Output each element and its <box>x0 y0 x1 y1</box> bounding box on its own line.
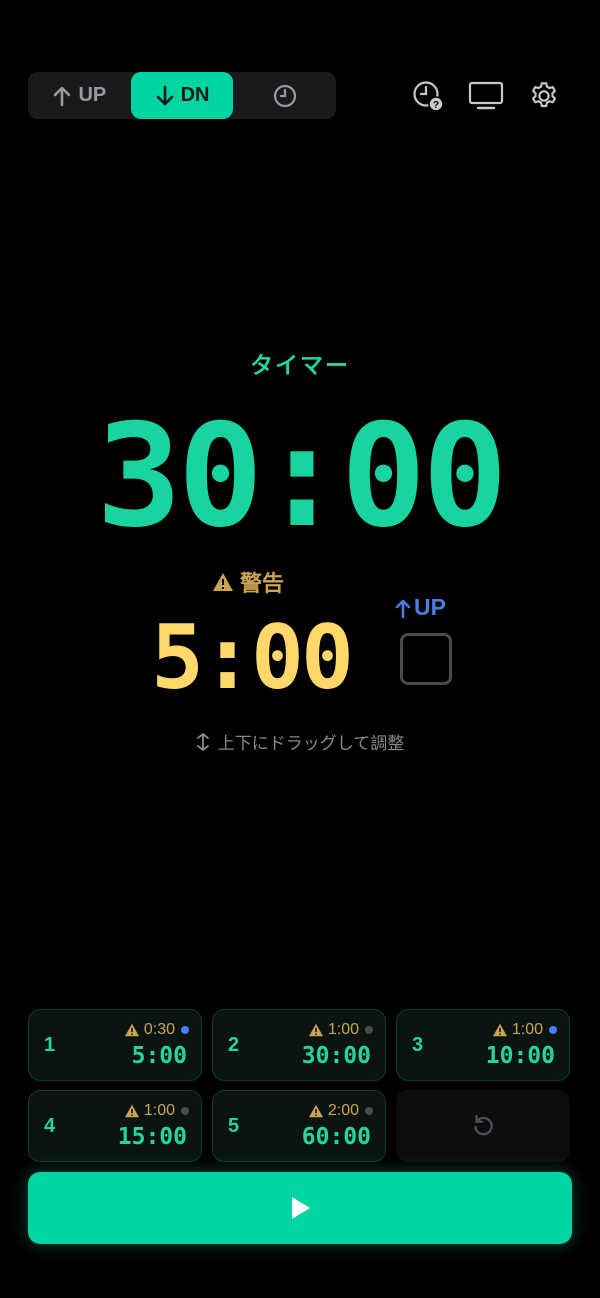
preset-warning-time: 1:00 <box>327 1021 359 1038</box>
warning-icon <box>124 1104 139 1118</box>
arrow-up-icon <box>54 86 71 106</box>
drag-hint: 上下にドラッグして調整 <box>0 729 600 754</box>
preset-1[interactable]: 1 0:30 5:00 <box>28 1009 202 1081</box>
mode-selector: UP DN <box>28 72 336 119</box>
clock-help-icon: ? <box>413 81 444 112</box>
preset-time: 5:00 <box>131 1043 187 1069</box>
count-up-label-text: UP <box>414 594 446 620</box>
preset-number: 4 <box>44 1115 56 1137</box>
preset-number: 3 <box>412 1034 424 1056</box>
count-up-checkbox[interactable] <box>400 633 452 685</box>
warning-label: 警告 <box>212 566 284 598</box>
preset-2[interactable]: 2 1:00 30:00 <box>212 1009 386 1081</box>
tab-down-label: DN <box>180 84 210 106</box>
preset-5[interactable]: 5 2:00 60:00 <box>212 1090 386 1162</box>
tab-down[interactable]: DN <box>130 72 234 119</box>
reset-icon <box>474 1115 493 1136</box>
gear-icon <box>532 82 556 108</box>
vertical-arrows-icon <box>196 732 209 751</box>
arrow-up-icon <box>395 599 411 618</box>
header-actions: ? <box>410 78 562 114</box>
preset-status-dot <box>365 1107 373 1115</box>
preset-number: 1 <box>44 1034 56 1056</box>
preset-warning: 1:00 <box>124 1102 189 1120</box>
preset-3[interactable]: 3 1:00 10:00 <box>396 1009 570 1081</box>
start-button[interactable] <box>28 1172 572 1244</box>
main-timer-display[interactable]: 30:00 <box>0 392 600 562</box>
arrow-down-icon <box>156 85 173 105</box>
drag-hint-text: 上下にドラッグして調整 <box>217 734 405 754</box>
preset-number: 2 <box>228 1034 240 1056</box>
preset-time: 30:00 <box>301 1043 371 1069</box>
settings-button[interactable] <box>526 78 562 114</box>
preset-4[interactable]: 4 1:00 15:00 <box>28 1090 202 1162</box>
clock-help-button[interactable]: ? <box>410 78 446 114</box>
warning-icon <box>308 1104 323 1118</box>
count-up-label: UP <box>394 594 446 621</box>
clock-icon <box>273 84 296 107</box>
preset-warning: 2:00 <box>308 1102 373 1120</box>
preset-warning-time: 1:00 <box>143 1102 175 1119</box>
preset-time: 60:00 <box>301 1124 371 1150</box>
preset-warning-time: 2:00 <box>327 1102 359 1119</box>
preset-number: 5 <box>228 1115 240 1137</box>
warning-icon <box>213 573 233 591</box>
preset-warning: 1:00 <box>308 1021 373 1039</box>
reset-button[interactable] <box>396 1090 570 1162</box>
monitor-icon <box>468 81 504 110</box>
preset-warning: 0:30 <box>124 1021 189 1039</box>
preset-status-dot <box>181 1107 189 1115</box>
preset-status-dot <box>181 1026 189 1034</box>
play-icon <box>292 1197 310 1219</box>
warning-time-display[interactable]: 5:00 <box>140 608 362 708</box>
tab-clock[interactable] <box>233 72 336 119</box>
tab-up-label: UP <box>78 84 107 106</box>
preset-warning-time: 0:30 <box>143 1021 175 1038</box>
preset-status-dot <box>365 1026 373 1034</box>
svg-text:?: ? <box>433 100 439 111</box>
warning-icon <box>492 1023 507 1037</box>
preset-time: 15:00 <box>117 1124 187 1150</box>
preset-warning-time: 1:00 <box>511 1021 543 1038</box>
preset-status-dot <box>549 1026 557 1034</box>
warning-icon <box>124 1023 139 1037</box>
timer-mode-label: タイマー <box>250 353 350 379</box>
preset-time: 10:00 <box>485 1043 555 1069</box>
warning-icon <box>308 1023 323 1037</box>
tab-up[interactable]: UP <box>28 72 131 119</box>
preset-warning: 1:00 <box>492 1021 557 1039</box>
display-button[interactable] <box>468 78 504 114</box>
warning-label-text: 警告 <box>240 572 285 597</box>
